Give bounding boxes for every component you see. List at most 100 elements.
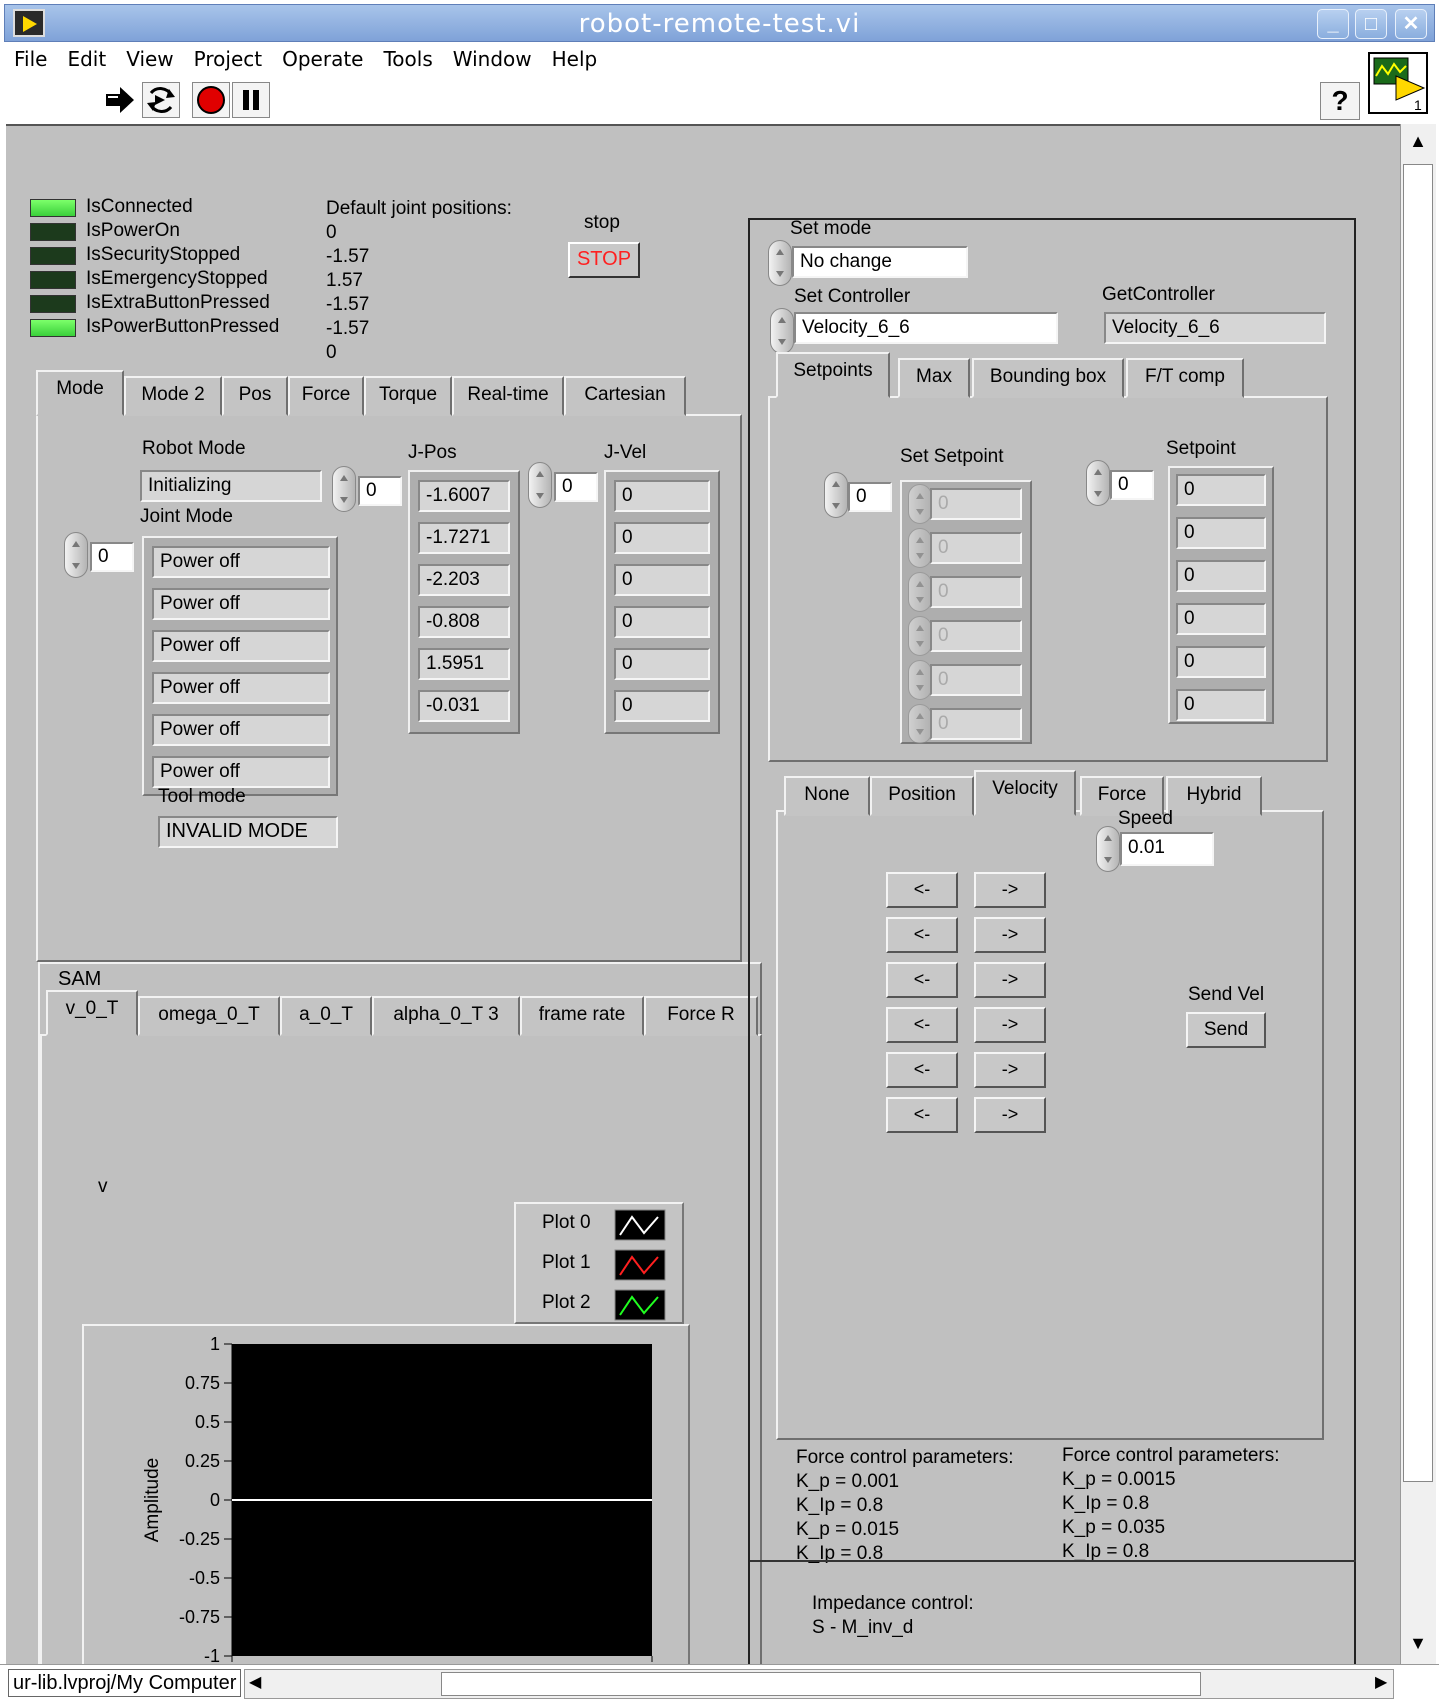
- right-tab-setpoints[interactable]: Setpoints: [776, 352, 890, 398]
- help-icon[interactable]: ?: [1320, 82, 1360, 120]
- right-tab-f-t-comp[interactable]: F/T comp: [1126, 358, 1244, 398]
- send-vel-label: Send Vel: [1188, 984, 1265, 1005]
- menu-item-view[interactable]: View: [116, 44, 183, 74]
- set-mode-spinner[interactable]: [768, 240, 792, 286]
- set-setpoint-index[interactable]: 0: [848, 482, 892, 512]
- scroll-left-icon[interactable]: ◀: [249, 1672, 261, 1692]
- default-joint-value: 0: [326, 222, 337, 243]
- sam-tab-v-0-t[interactable]: v_0_T: [46, 990, 138, 1036]
- set-setpoint-spinner[interactable]: [824, 472, 848, 518]
- get-controller-label: GetController: [1102, 284, 1215, 305]
- sam-tab-alpha-0-t-3[interactable]: alpha_0_T 3: [372, 996, 520, 1036]
- right-tab-max[interactable]: Max: [898, 358, 970, 398]
- set-mode-field[interactable]: No change: [792, 246, 968, 278]
- menu-item-tools[interactable]: Tools: [373, 44, 442, 74]
- setpoint-field: 0: [1176, 474, 1266, 506]
- set-setpoint-field: 0: [930, 708, 1022, 740]
- abort-stop-icon[interactable]: [192, 82, 230, 118]
- tab-pos[interactable]: Pos: [222, 376, 288, 416]
- close-icon[interactable]: ✕: [1395, 9, 1427, 39]
- horizontal-scrollbar[interactable]: ◀ ▶: [244, 1669, 1394, 1699]
- ctrl-tab-position[interactable]: Position: [870, 776, 974, 816]
- scroll-down-icon[interactable]: ▼: [1403, 1628, 1433, 1658]
- jog-negative-button[interactable]: <-: [886, 1052, 958, 1088]
- set-setpoint-spinner: [908, 616, 932, 656]
- ctrl-tab-velocity[interactable]: Velocity: [974, 770, 1076, 816]
- setpoint-field: 0: [1176, 646, 1266, 678]
- pause-icon[interactable]: [232, 82, 270, 118]
- vi-icon[interactable]: 1: [1368, 52, 1428, 114]
- joint-mode-label: Joint Mode: [140, 506, 233, 527]
- right-tab-bounding-box[interactable]: Bounding box: [972, 358, 1124, 398]
- sam-tab-omega-0-t[interactable]: omega_0_T: [138, 996, 280, 1036]
- run-continuously-icon[interactable]: [142, 82, 180, 118]
- speed-spinner[interactable]: [1096, 826, 1120, 872]
- horizontal-scroll-thumb[interactable]: [441, 1672, 1201, 1696]
- force-param-b: K_Ip = 0.8: [1062, 1493, 1150, 1514]
- jpos-index[interactable]: 0: [358, 476, 402, 506]
- sam-tab-a-0-t[interactable]: a_0_T: [280, 996, 372, 1036]
- tab-real-time[interactable]: Real-time: [452, 376, 564, 416]
- y-tick-label: -1: [204, 1646, 220, 1664]
- menu-item-file[interactable]: File: [4, 44, 57, 74]
- jog-positive-button[interactable]: ->: [974, 1007, 1046, 1043]
- menu-item-project[interactable]: Project: [184, 44, 272, 74]
- run-arrow-icon[interactable]: [100, 82, 138, 118]
- jvel-index[interactable]: 0: [554, 472, 598, 502]
- tool-mode-field: INVALID MODE: [158, 816, 338, 848]
- send-button[interactable]: Send: [1186, 1012, 1266, 1048]
- menu-item-help[interactable]: Help: [542, 44, 608, 74]
- jog-positive-button[interactable]: ->: [974, 872, 1046, 908]
- jog-positive-button[interactable]: ->: [974, 917, 1046, 953]
- menu-item-window[interactable]: Window: [443, 44, 542, 74]
- stop-button[interactable]: STOP: [568, 242, 640, 278]
- set-setpoint-spinner: [908, 660, 932, 700]
- ctrl-tab-none[interactable]: None: [784, 776, 870, 816]
- jvel-field: 0: [614, 690, 710, 722]
- vertical-scrollbar[interactable]: ▲ ▼: [1400, 124, 1436, 1666]
- jvel-index-spinner[interactable]: [528, 462, 552, 508]
- jog-positive-button[interactable]: ->: [974, 1052, 1046, 1088]
- jog-negative-button[interactable]: <-: [886, 917, 958, 953]
- jpos-index-spinner[interactable]: [332, 466, 356, 512]
- legend-row[interactable]: Plot 2: [516, 1286, 686, 1326]
- legend-row[interactable]: Plot 0: [516, 1206, 686, 1246]
- vi-icon-number: 1: [1414, 97, 1422, 112]
- jog-negative-button[interactable]: <-: [886, 1007, 958, 1043]
- tab-torque[interactable]: Torque: [364, 376, 452, 416]
- jog-positive-button[interactable]: ->: [974, 962, 1046, 998]
- joint-mode-index-spinner[interactable]: [64, 532, 88, 578]
- legend-row[interactable]: Plot 1: [516, 1246, 686, 1286]
- set-controller-spinner[interactable]: [770, 308, 794, 354]
- jog-positive-button[interactable]: ->: [974, 1097, 1046, 1133]
- tab-cartesian[interactable]: Cartesian: [564, 376, 686, 416]
- jog-negative-button[interactable]: <-: [886, 872, 958, 908]
- joint-mode-index[interactable]: 0: [90, 542, 134, 572]
- menu-item-edit[interactable]: Edit: [57, 44, 116, 74]
- led-isconnected: [30, 199, 76, 217]
- setpoint-index[interactable]: 0: [1110, 470, 1154, 500]
- jog-negative-button[interactable]: <-: [886, 962, 958, 998]
- waveform-chart: 10.750.50.250-0.25-0.5-0.75-182458258246…: [142, 1334, 653, 1664]
- tab-mode[interactable]: Mode: [36, 370, 124, 416]
- menu-item-operate[interactable]: Operate: [272, 44, 373, 74]
- minimize-icon[interactable]: _: [1317, 9, 1349, 39]
- set-setpoint-label: Set Setpoint: [900, 446, 1004, 467]
- scroll-up-icon[interactable]: ▲: [1403, 126, 1433, 156]
- set-mode-label: Set mode: [790, 218, 872, 239]
- sam-tab-frame-rate[interactable]: frame rate: [520, 996, 644, 1036]
- scroll-right-icon[interactable]: ▶: [1375, 1672, 1387, 1692]
- robot-mode-field: Initializing: [140, 470, 322, 502]
- force-param-b: K_p = 0.0015: [1062, 1469, 1176, 1490]
- joint-mode-field: Power off: [152, 546, 330, 578]
- jog-negative-button[interactable]: <-: [886, 1097, 958, 1133]
- vertical-scroll-thumb[interactable]: [1403, 164, 1433, 1482]
- maximize-icon[interactable]: □: [1355, 9, 1387, 39]
- speed-field[interactable]: 0.01: [1120, 832, 1214, 866]
- ctrl-tab-hybrid[interactable]: Hybrid: [1166, 776, 1262, 816]
- sam-tab-force-r[interactable]: Force R: [644, 996, 758, 1036]
- tab-force[interactable]: Force: [288, 376, 364, 416]
- set-controller-field[interactable]: Velocity_6_6: [794, 312, 1058, 344]
- tab-mode-2[interactable]: Mode 2: [124, 376, 222, 416]
- setpoint-spinner[interactable]: [1086, 460, 1110, 506]
